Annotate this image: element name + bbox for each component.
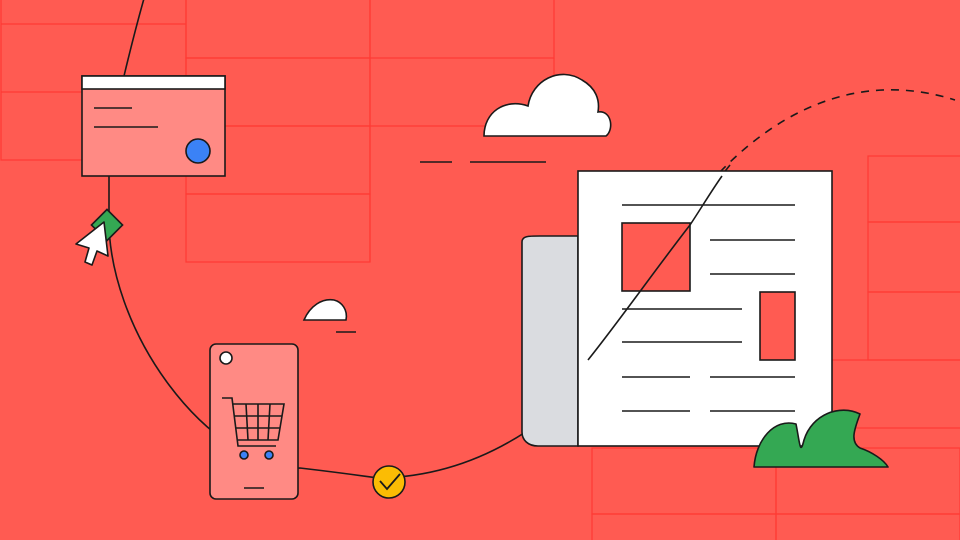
checkmark-badge-icon — [372, 465, 406, 499]
newspaper-icon — [521, 170, 833, 447]
cursor-arrow-icon — [75, 221, 109, 266]
blue-dot — [185, 138, 211, 164]
smartphone-icon — [209, 343, 299, 500]
commerce-journey-illustration — [0, 0, 960, 540]
illustration-scene — [0, 0, 960, 540]
browser-window-icon — [81, 75, 226, 177]
cloud-icon — [483, 73, 612, 137]
motion-lines — [336, 161, 546, 333]
small-cloud-icon — [302, 298, 348, 321]
dashed-path — [719, 89, 956, 173]
